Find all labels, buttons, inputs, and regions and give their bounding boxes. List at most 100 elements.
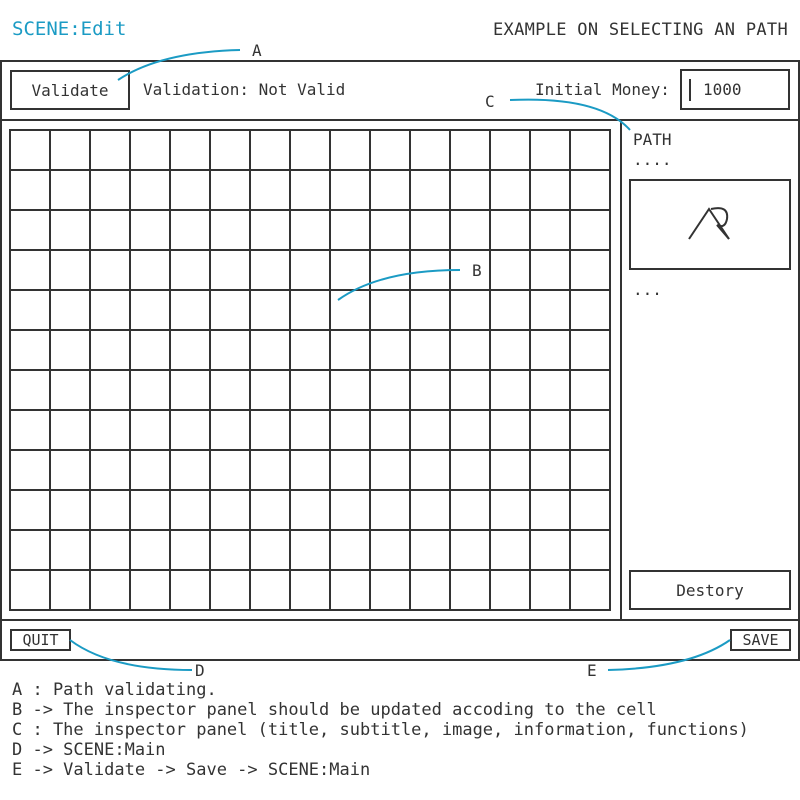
grid-cell[interactable] xyxy=(209,449,251,491)
grid-cell[interactable] xyxy=(329,489,371,531)
grid-cell[interactable] xyxy=(289,569,331,611)
grid-cell[interactable] xyxy=(249,129,291,171)
grid-cell[interactable] xyxy=(129,489,171,531)
grid-cell[interactable] xyxy=(449,329,491,371)
grid-cell[interactable] xyxy=(489,409,531,451)
grid-cell[interactable] xyxy=(289,209,331,251)
validate-button[interactable]: Validate xyxy=(10,70,130,110)
grid-cell[interactable] xyxy=(489,529,531,571)
grid-cell[interactable] xyxy=(49,129,91,171)
grid-cell[interactable] xyxy=(289,289,331,331)
grid-cell[interactable] xyxy=(449,369,491,411)
grid-cell[interactable] xyxy=(409,409,451,451)
grid-cell[interactable] xyxy=(129,329,171,371)
grid-cell[interactable] xyxy=(249,289,291,331)
grid-cell[interactable] xyxy=(169,569,211,611)
grid-cell[interactable] xyxy=(129,169,171,211)
grid-cell[interactable] xyxy=(369,529,411,571)
grid-cell[interactable] xyxy=(449,129,491,171)
grid-cell[interactable] xyxy=(289,529,331,571)
grid-cell[interactable] xyxy=(249,529,291,571)
grid-cell[interactable] xyxy=(169,209,211,251)
grid-cell[interactable] xyxy=(529,209,571,251)
grid-cell[interactable] xyxy=(289,369,331,411)
grid-cell[interactable] xyxy=(569,369,611,411)
grid-cell[interactable] xyxy=(369,249,411,291)
grid-cell[interactable] xyxy=(569,569,611,611)
grid-cell[interactable] xyxy=(409,209,451,251)
grid-cell[interactable] xyxy=(209,209,251,251)
grid-cell[interactable] xyxy=(209,409,251,451)
grid-cell[interactable] xyxy=(529,249,571,291)
grid-cell[interactable] xyxy=(129,209,171,251)
grid-cell[interactable] xyxy=(9,289,51,331)
grid-cell[interactable] xyxy=(489,329,531,371)
grid-cell[interactable] xyxy=(569,289,611,331)
grid-cell[interactable] xyxy=(209,129,251,171)
grid-cell[interactable] xyxy=(529,169,571,211)
grid-cell[interactable] xyxy=(129,369,171,411)
grid-cell[interactable] xyxy=(169,409,211,451)
grid-cell[interactable] xyxy=(489,569,531,611)
grid-cell[interactable] xyxy=(49,569,91,611)
grid-cell[interactable] xyxy=(449,449,491,491)
grid-cell[interactable] xyxy=(129,569,171,611)
grid-cell[interactable] xyxy=(9,329,51,371)
grid-cell[interactable] xyxy=(529,409,571,451)
grid-cell[interactable] xyxy=(529,489,571,531)
grid-cell[interactable] xyxy=(9,409,51,451)
grid-cell[interactable] xyxy=(289,169,331,211)
grid-cell[interactable] xyxy=(249,169,291,211)
save-button[interactable]: SAVE xyxy=(730,629,791,651)
grid-cell[interactable] xyxy=(529,369,571,411)
grid-cell[interactable] xyxy=(489,249,531,291)
grid-cell[interactable] xyxy=(129,449,171,491)
grid-cell[interactable] xyxy=(529,529,571,571)
grid-cell[interactable] xyxy=(369,489,411,531)
grid-cell[interactable] xyxy=(249,249,291,291)
grid-cell[interactable] xyxy=(169,129,211,171)
grid-cell[interactable] xyxy=(489,289,531,331)
grid-cell[interactable] xyxy=(369,569,411,611)
grid-cell[interactable] xyxy=(569,409,611,451)
grid-cell[interactable] xyxy=(329,449,371,491)
grid-cell[interactable] xyxy=(289,329,331,371)
grid-cell[interactable] xyxy=(89,369,131,411)
grid-cell[interactable] xyxy=(89,409,131,451)
grid-cell[interactable] xyxy=(569,209,611,251)
grid-cell[interactable] xyxy=(9,129,51,171)
grid-cell[interactable] xyxy=(49,449,91,491)
grid-cell[interactable] xyxy=(369,289,411,331)
grid-cell[interactable] xyxy=(9,449,51,491)
grid-cell[interactable] xyxy=(89,449,131,491)
grid-cell[interactable] xyxy=(49,529,91,571)
grid-cell[interactable] xyxy=(49,249,91,291)
grid-cell[interactable] xyxy=(49,329,91,371)
grid-cell[interactable] xyxy=(289,489,331,531)
grid-cell[interactable] xyxy=(249,329,291,371)
grid-cell[interactable] xyxy=(409,289,451,331)
grid-cell[interactable] xyxy=(249,489,291,531)
grid-cell[interactable] xyxy=(329,329,371,371)
grid-cell[interactable] xyxy=(209,169,251,211)
grid-cell[interactable] xyxy=(569,249,611,291)
grid-cell[interactable] xyxy=(289,129,331,171)
grid-cell[interactable] xyxy=(249,209,291,251)
grid-cell[interactable] xyxy=(369,369,411,411)
grid-cell[interactable] xyxy=(449,249,491,291)
grid-cell[interactable] xyxy=(329,249,371,291)
grid-cell[interactable] xyxy=(489,449,531,491)
grid-cell[interactable] xyxy=(89,289,131,331)
grid-cell[interactable] xyxy=(449,209,491,251)
grid-cell[interactable] xyxy=(249,449,291,491)
grid-cell[interactable] xyxy=(49,369,91,411)
grid-cell[interactable] xyxy=(289,409,331,451)
grid-cell[interactable] xyxy=(529,329,571,371)
grid-cell[interactable] xyxy=(409,369,451,411)
map-grid[interactable] xyxy=(9,129,611,611)
grid-cell[interactable] xyxy=(529,129,571,171)
grid-cell[interactable] xyxy=(9,489,51,531)
grid-cell[interactable] xyxy=(329,129,371,171)
grid-cell[interactable] xyxy=(369,169,411,211)
destroy-button[interactable]: Destory xyxy=(629,570,791,610)
